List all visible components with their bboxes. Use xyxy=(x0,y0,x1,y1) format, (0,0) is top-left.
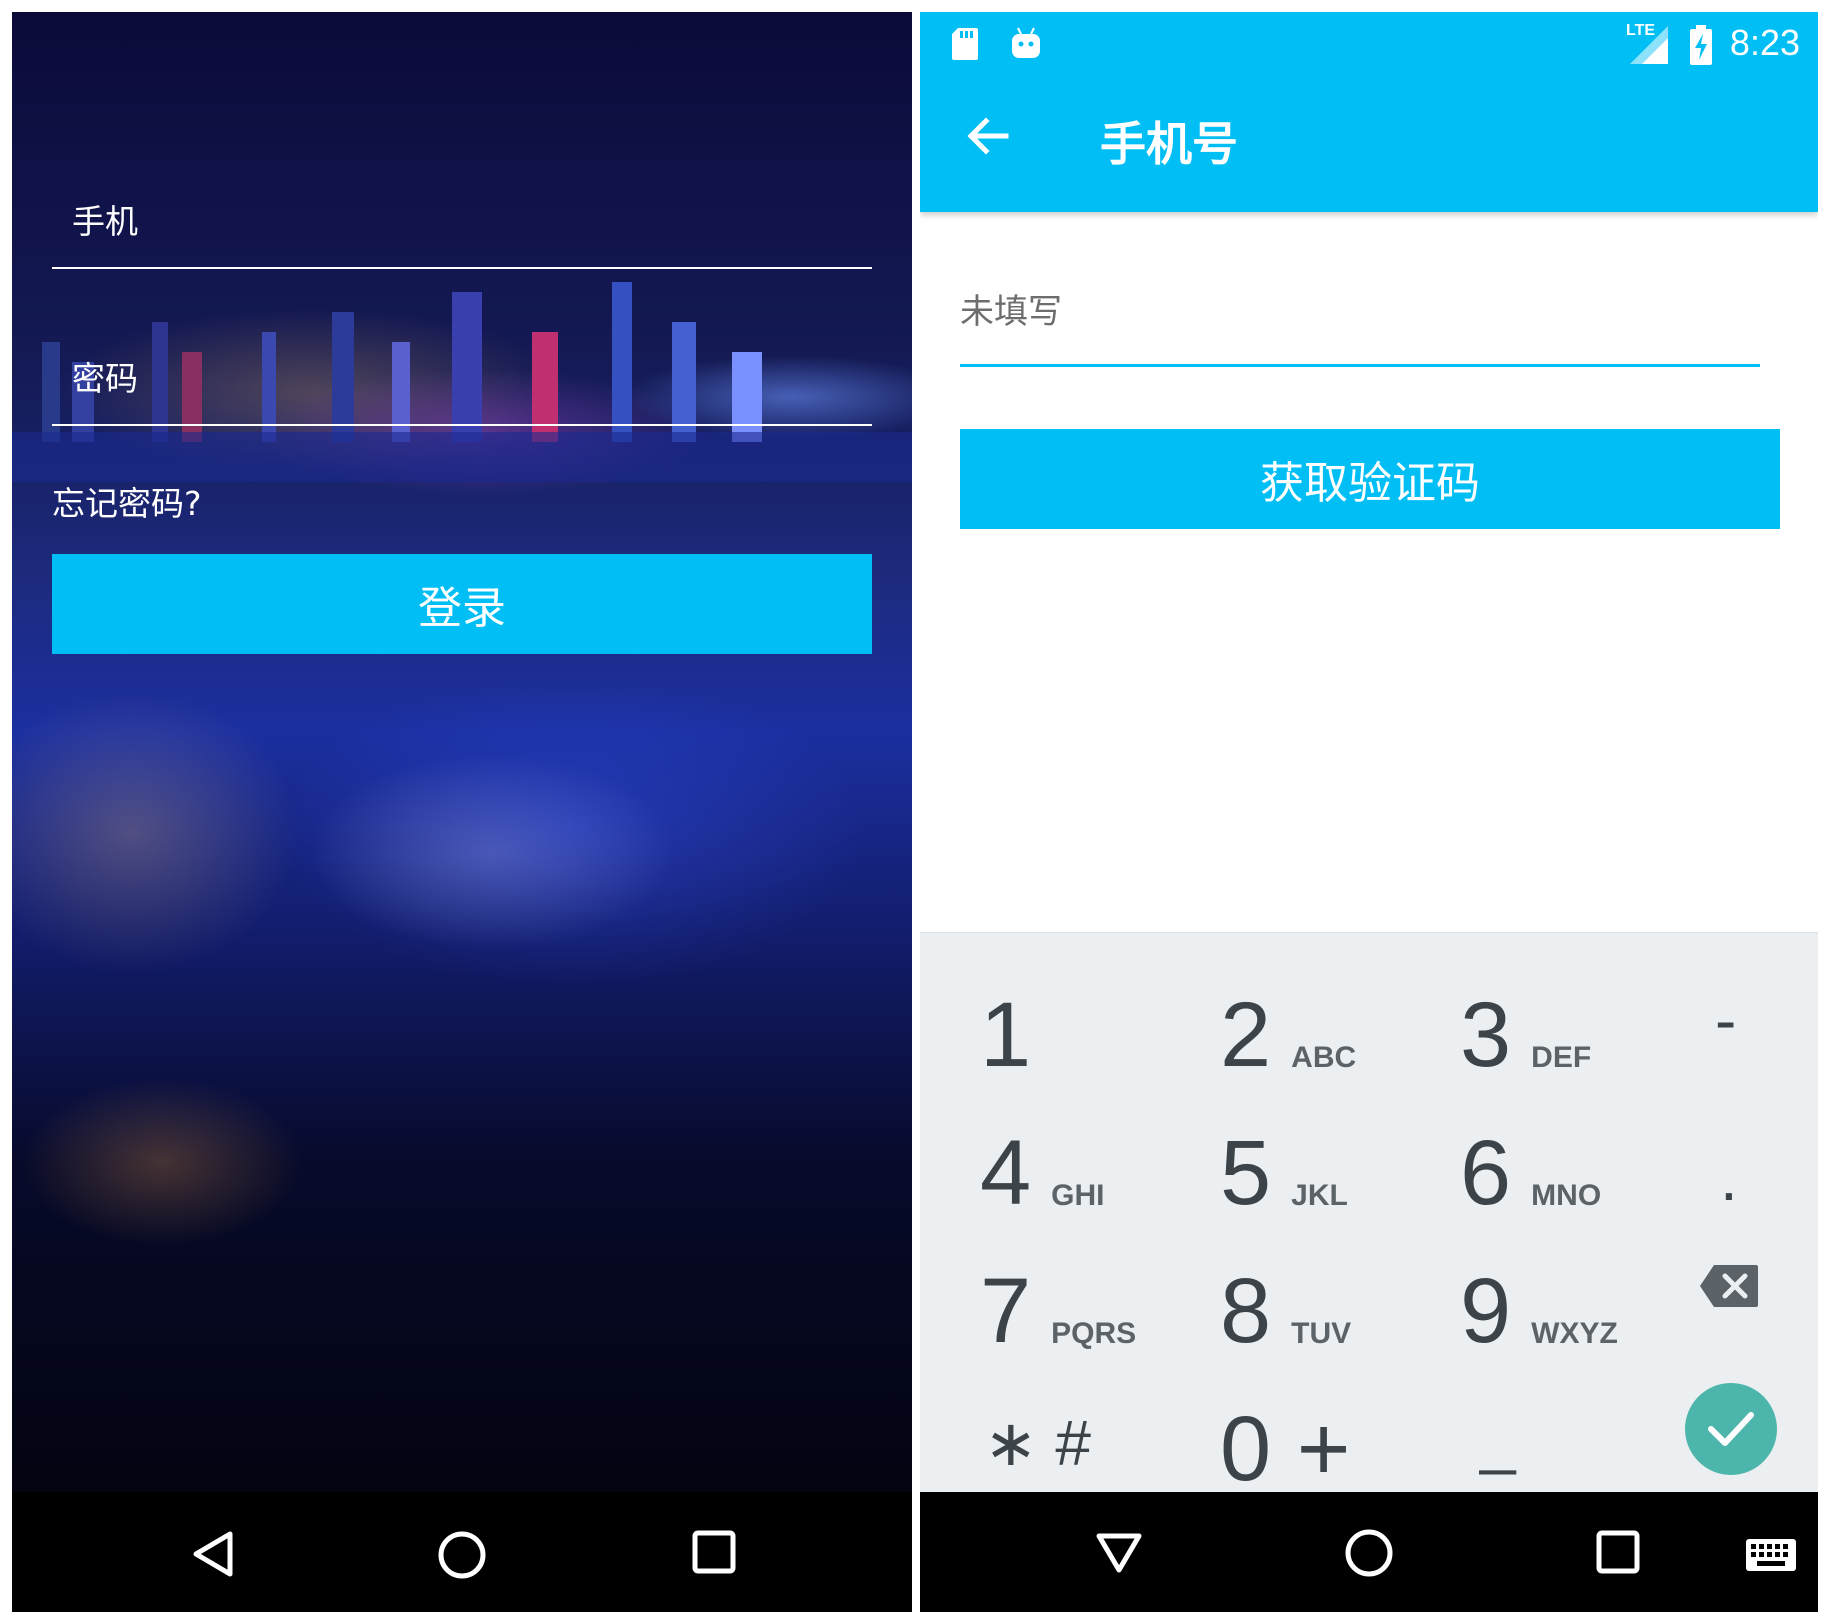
key-9[interactable]: 9 WXYZ xyxy=(1460,1227,1618,1357)
home-icon[interactable] xyxy=(1344,1528,1394,1578)
key-digit: 6 xyxy=(1460,1122,1512,1224)
key-letters: MNO xyxy=(1531,1179,1602,1212)
get-verification-code-button[interactable]: 获取验证码 xyxy=(960,429,1780,529)
key-star-hash[interactable]: ∗ # xyxy=(984,1365,1091,1495)
numeric-keypad: 1 2 ABC 3 DEF - 4 GHI 5 JKL 6 MNO . 7 PQ… xyxy=(920,932,1818,1495)
key-underscore[interactable]: _ xyxy=(1480,1365,1516,1495)
key-symbol: . xyxy=(1720,1142,1738,1214)
key-6[interactable]: 6 MNO xyxy=(1460,1089,1601,1219)
sd-card-icon xyxy=(952,28,978,60)
key-0-plus[interactable]: 0 + xyxy=(1220,1365,1350,1495)
key-7[interactable]: 7 PQRS xyxy=(980,1227,1136,1357)
key-letters: JKL xyxy=(1291,1179,1348,1212)
key-digit: 8 xyxy=(1220,1260,1272,1362)
phone-input-underline xyxy=(960,364,1760,367)
key-letters: GHI xyxy=(1051,1179,1105,1212)
key-digit: 1 xyxy=(980,984,1032,1086)
key-dot[interactable]: . xyxy=(1720,1089,1738,1219)
clock: 8:23 xyxy=(1729,22,1800,63)
recents-icon[interactable] xyxy=(692,1530,736,1574)
password-field[interactable]: 密码 xyxy=(72,352,138,400)
key-digit: 7 xyxy=(980,1260,1032,1362)
app-bar: LTE 8:23 手机号 xyxy=(920,12,1818,212)
key-letters: WXYZ xyxy=(1531,1317,1618,1350)
back-icon[interactable] xyxy=(190,1530,236,1578)
key-5[interactable]: 5 JKL xyxy=(1220,1089,1348,1219)
key-symbol: _ xyxy=(1480,1404,1516,1476)
key-symbol: - xyxy=(1715,984,1737,1056)
key-digit: 9 xyxy=(1460,1260,1512,1362)
password-field-underline xyxy=(52,424,872,426)
key-letters: PQRS xyxy=(1051,1317,1137,1350)
login-button[interactable]: 登录 xyxy=(52,554,872,654)
key-letters: DEF xyxy=(1531,1041,1592,1074)
signal-icon xyxy=(1630,26,1668,64)
key-letters: ABC xyxy=(1291,1041,1357,1074)
phone-number-input[interactable] xyxy=(960,282,1760,342)
navigation-bar xyxy=(12,1492,912,1612)
phone-field-underline xyxy=(52,267,872,269)
phone-number-screen: LTE 8:23 手机号 获取验证码 1 2 ABC xyxy=(920,12,1818,1612)
forgot-password-link[interactable]: 忘记密码? xyxy=(52,477,202,525)
back-down-icon[interactable] xyxy=(1095,1532,1143,1574)
navigation-bar xyxy=(920,1492,1818,1612)
android-icon xyxy=(1012,27,1040,58)
recents-icon[interactable] xyxy=(1596,1530,1640,1574)
phone-field[interactable]: 手机 xyxy=(72,195,138,243)
keyboard-icon[interactable] xyxy=(1745,1538,1797,1572)
key-digit: 5 xyxy=(1220,1122,1272,1224)
key-digit: 2 xyxy=(1220,984,1272,1086)
done-key[interactable] xyxy=(1685,1383,1777,1475)
key-digit: 0 + xyxy=(1220,1398,1351,1500)
backspace-icon[interactable] xyxy=(1698,1263,1760,1309)
key-4[interactable]: 4 GHI xyxy=(980,1089,1105,1219)
key-1[interactable]: 1 xyxy=(980,951,1031,1081)
key-digit: 4 xyxy=(980,1122,1032,1224)
check-icon xyxy=(1708,1412,1754,1446)
key-letters: TUV xyxy=(1291,1317,1352,1350)
city-skyline-background xyxy=(12,282,912,482)
key-2[interactable]: 2 ABC xyxy=(1220,951,1356,1081)
key-digit: 3 xyxy=(1460,984,1512,1086)
arrow-left-icon[interactable] xyxy=(966,116,1010,156)
page-title: 手机号 xyxy=(1100,117,1238,171)
status-bar: LTE 8:23 xyxy=(920,12,1818,72)
key-symbol: ∗ # xyxy=(984,1407,1091,1479)
key-8[interactable]: 8 TUV xyxy=(1220,1227,1351,1357)
battery-charging-icon xyxy=(1690,25,1712,65)
home-icon[interactable] xyxy=(437,1530,487,1580)
login-screen: 手机 密码 忘记密码? 登录 xyxy=(12,12,912,1612)
key-dash[interactable]: - xyxy=(1715,951,1736,1081)
key-3[interactable]: 3 DEF xyxy=(1460,951,1591,1081)
